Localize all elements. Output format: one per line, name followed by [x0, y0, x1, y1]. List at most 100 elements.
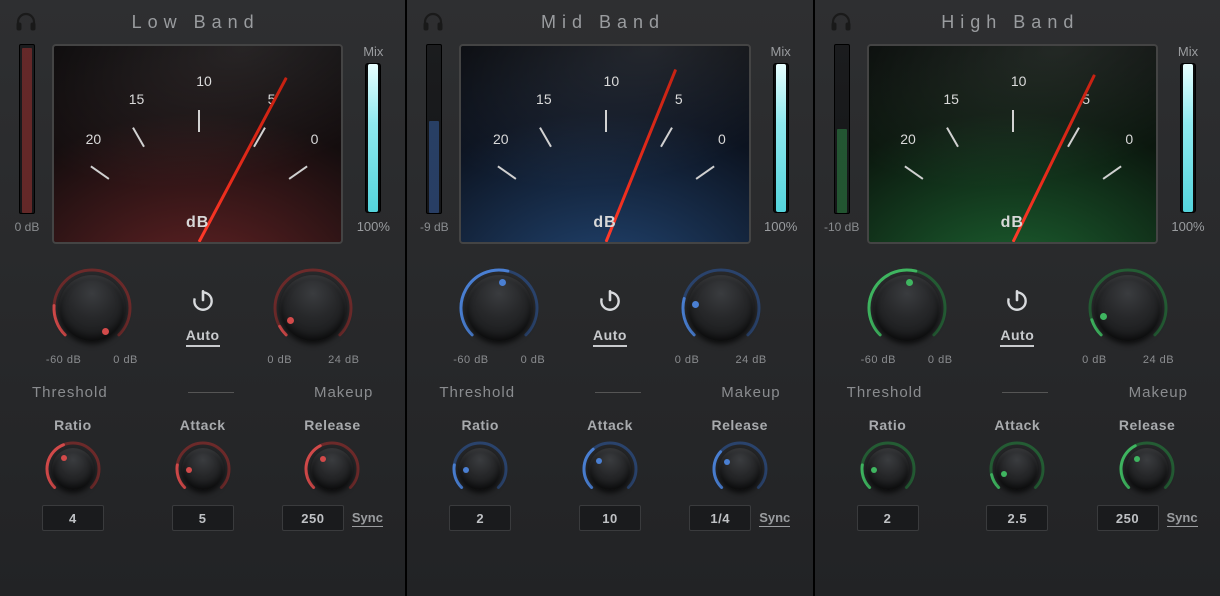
power-button[interactable] — [597, 287, 623, 313]
release-knob[interactable] — [712, 441, 768, 497]
threshold-min: -60 dB — [46, 354, 81, 366]
release-value[interactable]: 250 — [282, 505, 344, 531]
threshold-label: Threshold — [439, 384, 515, 401]
vu-tick-label: 10 — [1011, 73, 1027, 89]
release-label: Release — [304, 417, 360, 433]
makeup-min: 0 dB — [675, 354, 700, 366]
auto-button[interactable]: Auto — [1000, 327, 1034, 347]
sync-button[interactable]: Sync — [759, 510, 790, 527]
threshold-min: -60 dB — [453, 354, 488, 366]
power-button[interactable] — [1004, 287, 1030, 313]
release-label: Release — [1119, 417, 1175, 433]
vu-tick-label: 15 — [129, 91, 145, 107]
mix-value: 100% — [764, 219, 797, 234]
mix-label: Mix — [771, 44, 791, 59]
threshold-max: 0 dB — [928, 354, 953, 366]
release-knob[interactable] — [1119, 441, 1175, 497]
vu-tick-label: 15 — [943, 91, 959, 107]
threshold-knob[interactable] — [52, 268, 132, 348]
makeup-label: Makeup — [314, 384, 373, 401]
divider — [1002, 392, 1048, 393]
gain-reduction-value: 0 dB — [15, 220, 40, 234]
ratio-value[interactable]: 2 — [857, 505, 919, 531]
ratio-label: Ratio — [54, 417, 92, 433]
makeup-min: 0 dB — [267, 354, 292, 366]
ratio-knob[interactable] — [452, 441, 508, 497]
mix-label: Mix — [1178, 44, 1198, 59]
mix-label: Mix — [363, 44, 383, 59]
attack-value[interactable]: 10 — [579, 505, 641, 531]
gain-reduction-meter — [834, 44, 850, 214]
attack-knob[interactable] — [989, 441, 1045, 497]
release-value[interactable]: 250 — [1097, 505, 1159, 531]
mix-value: 100% — [357, 219, 390, 234]
threshold-label: Threshold — [847, 384, 923, 401]
attack-value[interactable]: 2.5 — [986, 505, 1048, 531]
attack-knob[interactable] — [582, 441, 638, 497]
band-mid: Mid Band -9 dB 20151050 dB Mix — [407, 0, 814, 596]
threshold-max: 0 dB — [113, 354, 138, 366]
makeup-knob[interactable] — [1088, 268, 1168, 348]
vu-tick-label: 15 — [536, 91, 552, 107]
attack-knob[interactable] — [175, 441, 231, 497]
ratio-label: Ratio — [869, 417, 907, 433]
ratio-value[interactable]: 2 — [449, 505, 511, 531]
band-title: Mid Band — [455, 12, 750, 33]
ratio-knob[interactable] — [45, 441, 101, 497]
sync-button[interactable]: Sync — [352, 510, 383, 527]
release-knob[interactable] — [304, 441, 360, 497]
threshold-knob[interactable] — [459, 268, 539, 348]
vu-unit: dB — [186, 214, 209, 232]
auto-button[interactable]: Auto — [593, 327, 627, 347]
makeup-knob[interactable] — [681, 268, 761, 348]
band-title: Low Band — [48, 12, 343, 33]
vu-meter: 20151050 dB — [867, 44, 1158, 244]
vu-meter: 20151050 dB — [459, 44, 750, 244]
auto-button[interactable]: Auto — [186, 327, 220, 347]
makeup-label: Makeup — [721, 384, 780, 401]
attack-value[interactable]: 5 — [172, 505, 234, 531]
band-low: Low Band 0 dB 20151050 dB Mix — [0, 0, 407, 596]
vu-tick-label: 0 — [718, 131, 726, 147]
threshold-label: Threshold — [32, 384, 108, 401]
makeup-max: 24 dB — [736, 354, 767, 366]
release-label: Release — [712, 417, 768, 433]
vu-tick-label: 0 — [311, 131, 319, 147]
vu-meter: 20151050 dB — [52, 44, 343, 244]
band-title: High Band — [863, 12, 1158, 33]
makeup-max: 24 dB — [1143, 354, 1174, 366]
gain-reduction-meter — [19, 44, 35, 214]
attack-label: Attack — [994, 417, 1040, 433]
vu-tick-label: 5 — [675, 91, 683, 107]
threshold-max: 0 dB — [521, 354, 546, 366]
vu-tick-label: 10 — [196, 73, 212, 89]
mix-slider[interactable] — [773, 63, 789, 213]
gain-reduction-value: -10 dB — [824, 220, 859, 234]
makeup-max: 24 dB — [328, 354, 359, 366]
power-button[interactable] — [190, 287, 216, 313]
attack-label: Attack — [587, 417, 633, 433]
makeup-label: Makeup — [1129, 384, 1188, 401]
vu-unit: dB — [593, 214, 616, 232]
headphones-icon[interactable] — [411, 10, 455, 34]
attack-label: Attack — [180, 417, 226, 433]
ratio-value[interactable]: 4 — [42, 505, 104, 531]
mix-slider[interactable] — [365, 63, 381, 213]
headphones-icon[interactable] — [819, 10, 863, 34]
band-high: High Band -10 dB 20151050 dB Mix — [815, 0, 1220, 596]
makeup-knob[interactable] — [273, 268, 353, 348]
gain-reduction-value: -9 dB — [420, 220, 449, 234]
release-value[interactable]: 1/4 — [689, 505, 751, 531]
ratio-label: Ratio — [461, 417, 499, 433]
ratio-knob[interactable] — [860, 441, 916, 497]
mix-value: 100% — [1171, 219, 1204, 234]
mix-slider[interactable] — [1180, 63, 1196, 213]
headphones-icon[interactable] — [4, 10, 48, 34]
threshold-knob[interactable] — [867, 268, 947, 348]
vu-tick-label: 10 — [604, 73, 620, 89]
makeup-min: 0 dB — [1082, 354, 1107, 366]
vu-tick-label: 20 — [900, 131, 916, 147]
threshold-min: -60 dB — [861, 354, 896, 366]
sync-button[interactable]: Sync — [1167, 510, 1198, 527]
divider — [188, 392, 234, 393]
